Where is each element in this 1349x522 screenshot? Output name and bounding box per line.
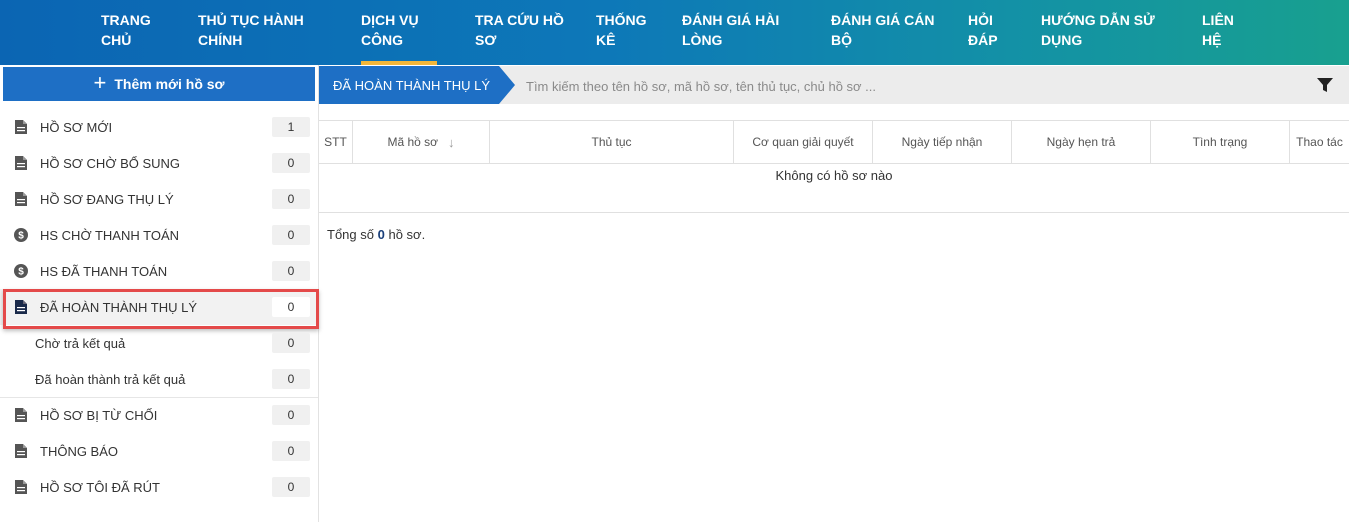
add-button-label: Thêm mới hồ sơ: [114, 76, 225, 92]
document-icon: [14, 479, 28, 495]
count-badge: 0: [272, 405, 310, 425]
nav-dich-vu-cong[interactable]: DỊCH VỤ CÔNG: [361, 10, 437, 65]
nav-hoi-dap[interactable]: HỎI ĐÁP: [968, 10, 998, 50]
nav-label: HỎI: [968, 12, 993, 28]
nav-label: LÒNG: [682, 32, 723, 48]
col-stt: STT: [319, 121, 353, 163]
sidebar-item-da-hoan-thanh-thu-ly[interactable]: ĐÃ HOÀN THÀNH THỤ LÝ 0: [0, 289, 318, 325]
col-ma-ho-so[interactable]: Mã hồ sơ ↓: [353, 121, 490, 163]
nav-label: HƯỚNG DẪN SỬ: [1041, 12, 1155, 28]
sidebar-item-label: Đã hoàn thành trả kết quả: [35, 371, 186, 387]
nav-label: ĐÁNH GIÁ CÁN: [831, 12, 935, 28]
col-label: Mã hồ sơ: [387, 135, 439, 149]
count-badge: 0: [272, 189, 310, 209]
add-new-record-button[interactable]: + Thêm mới hồ sơ: [3, 67, 315, 101]
nav-label: TRA CỨU HỒ: [475, 12, 564, 28]
search-toolbar: ĐÃ HOÀN THÀNH THỤ LÝ: [319, 66, 1349, 104]
nav-label: SƠ: [475, 32, 497, 48]
sidebar-subitem-cho-tra-ket-qua[interactable]: Chờ trả kết quả 0: [0, 325, 318, 361]
sidebar-item-ho-so-moi[interactable]: HỒ SƠ MỚI 1: [0, 109, 318, 145]
nav-label: ĐÁP: [968, 32, 998, 48]
nav-thong-ke[interactable]: THỐNG KÊ: [596, 10, 647, 50]
nav-huong-dan-su-dung[interactable]: HƯỚNG DẪN SỬ DỤNG: [1041, 10, 1155, 50]
col-thao-tac: Thao tác: [1296, 135, 1343, 149]
sidebar-item-ho-so-toi-da-rut[interactable]: HỒ SƠ TÔI ĐÃ RÚT 0: [0, 469, 318, 505]
svg-text:$: $: [18, 231, 24, 242]
table-header: STT Mã hồ sơ ↓ Thủ tục Cơ quan giải quyế…: [319, 120, 1349, 164]
nav-label: CHỦ: [101, 32, 132, 48]
sidebar-item-hs-cho-thanh-toan[interactable]: $ HS CHỜ THANH TOÁN 0: [0, 217, 318, 253]
count-badge: 1: [272, 117, 310, 137]
nav-label: THỐNG: [596, 12, 647, 28]
nav-label: CHÍNH: [198, 32, 243, 48]
nav-label: DỊCH VỤ: [361, 12, 419, 28]
nav-tra-cuu-ho-so[interactable]: TRA CỨU HỒ SƠ: [475, 10, 564, 50]
dollar-circle-icon: $: [14, 263, 28, 279]
count-badge: 0: [272, 261, 310, 281]
sidebar-item-ho-so-cho-bo-sung[interactable]: HỒ SƠ CHỜ BỔ SUNG 0: [0, 145, 318, 181]
plus-icon: +: [93, 70, 107, 95]
filter-icon[interactable]: [1317, 77, 1333, 93]
top-navigation: TRANG CHỦ THỦ TỤC HÀNH CHÍNH DỊCH VỤ CÔN…: [0, 0, 1349, 65]
nav-label: CÔNG: [361, 32, 403, 48]
sort-arrow-down-icon[interactable]: ↓: [448, 135, 455, 150]
nav-label: THỦ TỤC HÀNH: [198, 12, 304, 28]
count-badge: 0: [272, 333, 310, 353]
document-icon: [14, 155, 28, 171]
count-badge: 0: [272, 477, 310, 497]
count-badge: 0: [272, 297, 310, 317]
col-ngay-hen-tra: Ngày hẹn trả: [1012, 121, 1151, 163]
nav-label: ĐÁNH GIÁ HÀI: [682, 12, 780, 28]
count-badge: 0: [272, 441, 310, 461]
sidebar-item-thong-bao[interactable]: THÔNG BÁO 0: [0, 433, 318, 469]
nav-label: HỆ: [1202, 32, 1222, 48]
col-thu-tuc: Thủ tục: [490, 121, 734, 163]
empty-message: Không có hồ sơ nào: [319, 164, 1349, 213]
total-prefix: Tổng số: [327, 227, 374, 242]
nav-lien-he[interactable]: LIÊN HỆ: [1202, 10, 1234, 50]
nav-trang-chu[interactable]: TRANG CHỦ: [101, 10, 151, 50]
total-suffix: hồ sơ.: [388, 227, 426, 242]
sidebar-item-hs-da-thanh-toan[interactable]: $ HS ĐÃ THANH TOÁN 0: [0, 253, 318, 289]
col-ngay-tiep-nhan: Ngày tiếp nhận: [873, 121, 1012, 163]
breadcrumb: ĐÃ HOÀN THÀNH THỤ LÝ: [319, 66, 515, 104]
nav-label: DỤNG: [1041, 32, 1083, 48]
count-badge: 0: [272, 225, 310, 245]
dollar-circle-icon: $: [14, 227, 28, 243]
col-co-quan-giai-quyet: Cơ quan giải quyết: [734, 121, 873, 163]
total-count-text: Tổng số 0 hồ sơ.: [327, 227, 425, 242]
sidebar-item-ho-so-dang-thu-ly[interactable]: HỒ SƠ ĐANG THỤ LÝ 0: [0, 181, 318, 217]
records-table: STT Mã hồ sơ ↓ Thủ tục Cơ quan giải quyế…: [319, 120, 1349, 213]
count-badge: 0: [272, 153, 310, 173]
document-icon: [14, 407, 28, 423]
nav-danh-gia-hai-long[interactable]: ĐÁNH GIÁ HÀI LÒNG: [682, 10, 779, 50]
nav-thu-tuc-hanh-chinh[interactable]: THỦ TỤC HÀNH CHÍNH: [198, 10, 304, 50]
document-icon: [14, 299, 28, 315]
document-icon: [14, 119, 28, 135]
nav-label: BỘ: [831, 32, 852, 48]
svg-text:$: $: [18, 267, 24, 278]
search-input[interactable]: [524, 72, 1288, 100]
sidebar: + Thêm mới hồ sơ HỒ SƠ MỚI 1 HỒ SƠ CHỜ B…: [0, 65, 319, 522]
sidebar-item-ho-so-bi-tu-choi[interactable]: HỒ SƠ BỊ TỪ CHỐI 0: [0, 397, 318, 433]
sidebar-item-label: Chờ trả kết quả: [35, 335, 126, 351]
sidebar-subitem-da-hoan-thanh-tra-ket-qua[interactable]: Đã hoàn thành trả kết quả 0: [0, 361, 318, 397]
nav-danh-gia-can-bo[interactable]: ĐÁNH GIÁ CÁN BỘ: [831, 10, 934, 50]
nav-label: TRANG: [101, 12, 151, 28]
nav-label: LIÊN: [1202, 12, 1234, 28]
count-badge: 0: [272, 369, 310, 389]
document-icon: [14, 191, 28, 207]
document-icon: [14, 443, 28, 459]
nav-label: KÊ: [596, 32, 616, 48]
col-tinh-trang: Tình trạng: [1151, 121, 1290, 163]
total-count: 0: [377, 227, 385, 242]
